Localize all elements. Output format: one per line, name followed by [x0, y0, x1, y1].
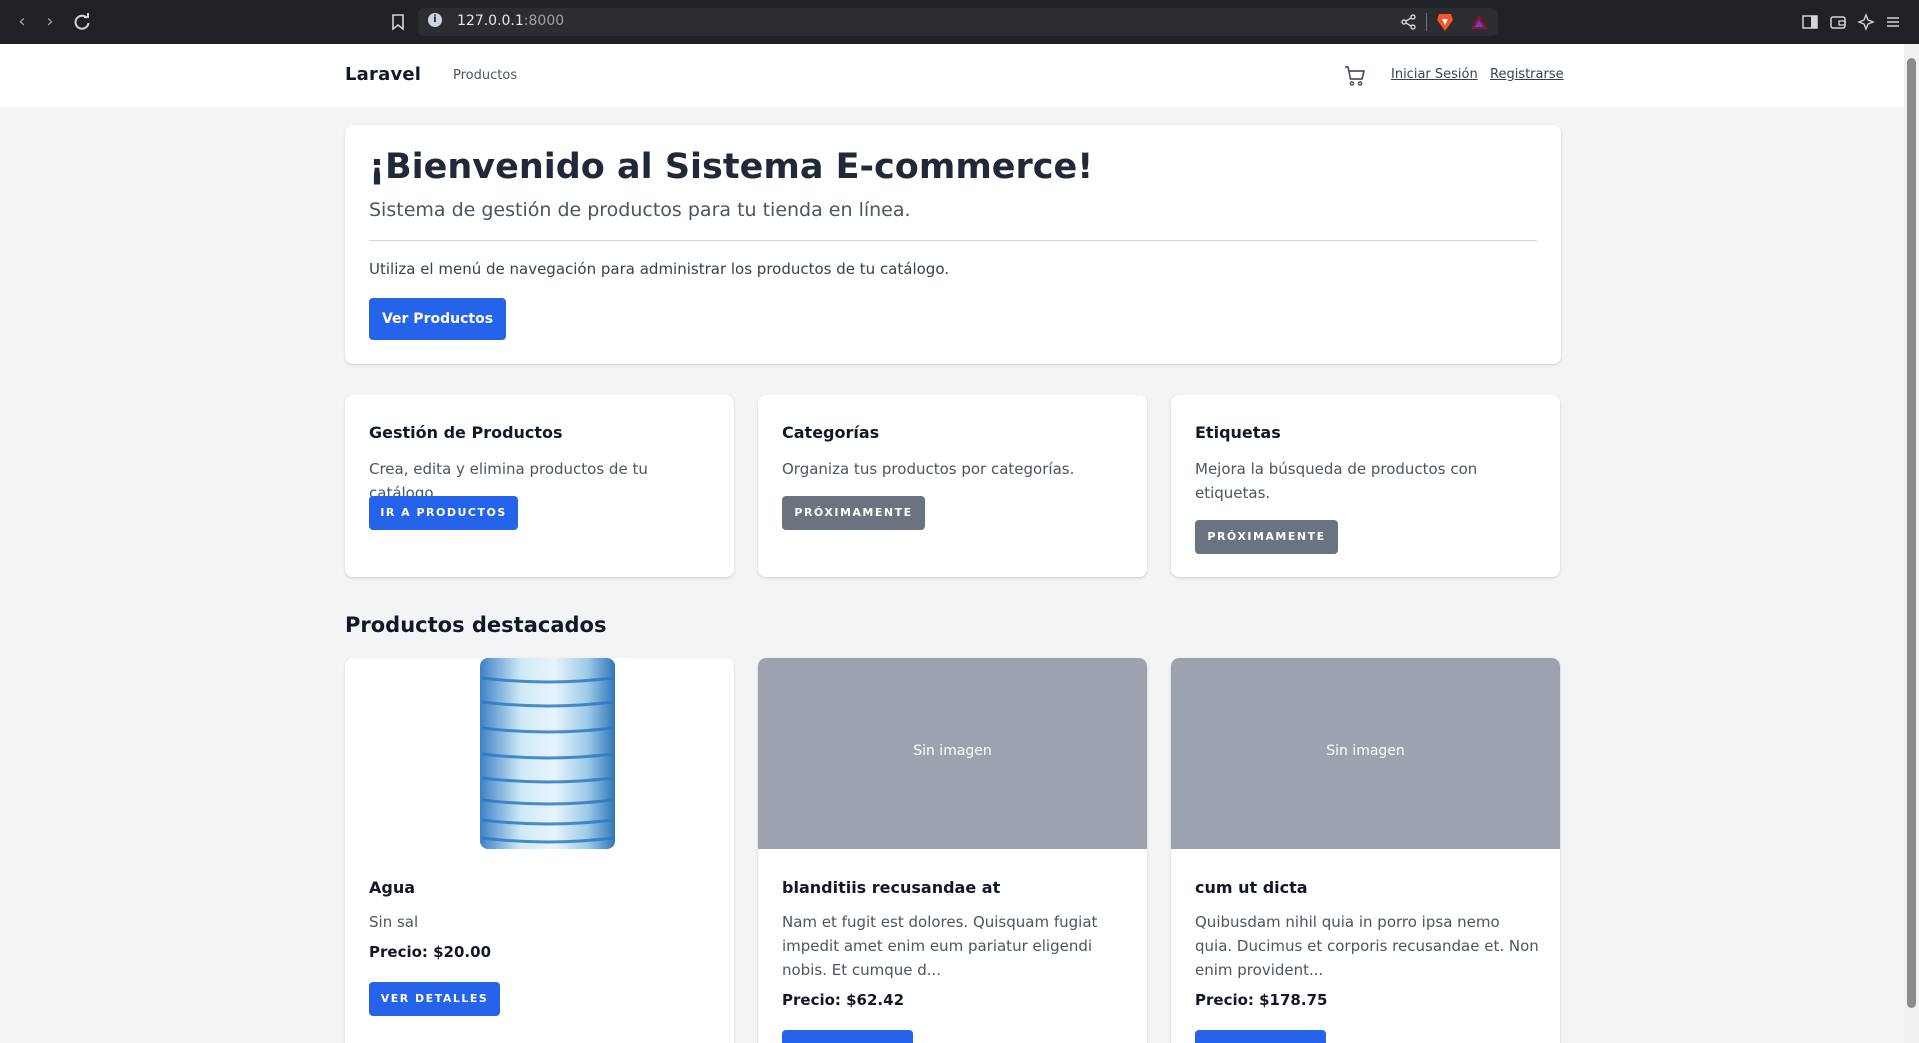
back-icon[interactable]: ‹ [12, 12, 32, 32]
product-name[interactable]: Agua [369, 878, 415, 897]
product-name[interactable]: cum ut dicta [1195, 878, 1308, 897]
feature-title: Gestión de Productos [369, 423, 563, 442]
wallet-icon[interactable] [1829, 13, 1847, 31]
no-image-label: Sin imagen [913, 743, 992, 759]
login-link[interactable]: Iniciar Sesión [1391, 67, 1478, 82]
sidebar-icon[interactable] [1801, 13, 1819, 31]
no-image-label: Sin imagen [1326, 743, 1405, 759]
product-card: Agua Sin sal Precio: $20.00 VER DETALLES [345, 658, 734, 1043]
app-navbar: Laravel Productos Iniciar Sesión Registr… [0, 44, 1904, 108]
water-bottle-image[interactable] [345, 658, 734, 849]
url-host: 127.0.0.1 [457, 13, 524, 29]
feature-title: Etiquetas [1195, 423, 1281, 442]
welcome-title: ¡Bienvenido al Sistema E-commerce! [369, 147, 1094, 187]
feature-card-tags: Etiquetas Mejora la búsqueda de producto… [1171, 395, 1560, 577]
brave-shield-icon[interactable] [1436, 12, 1454, 32]
welcome-description: Utiliza el menú de navegación para admin… [369, 260, 949, 278]
url-port: :8000 [523, 13, 565, 29]
product-price: Precio: $178.75 [1195, 991, 1328, 1009]
product-name[interactable]: blanditiis recusandae at [782, 878, 1000, 897]
feature-text: Organiza tus productos por categorías. [782, 460, 1075, 478]
leo-ai-icon[interactable] [1857, 13, 1875, 31]
address-bar[interactable] [418, 8, 1498, 36]
forward-icon[interactable]: › [40, 12, 60, 32]
view-details-button[interactable] [782, 1030, 913, 1043]
share-icon[interactable] [1400, 13, 1418, 31]
feature-text: Mejora la búsqueda de productos con etiq… [1195, 460, 1478, 502]
feature-title: Categorías [782, 423, 880, 442]
view-details-button[interactable]: VER DETALLES [369, 982, 500, 1016]
welcome-card: ¡Bienvenido al Sistema E-commerce! Siste… [345, 125, 1561, 364]
url-text[interactable]: 127.0.0.1:8000 [457, 13, 564, 29]
product-price: Precio: $62.42 [782, 991, 905, 1009]
welcome-subtitle: Sistema de gestión de productos para tu … [369, 199, 911, 221]
product-image-placeholder[interactable]: Sin imagen [758, 658, 1147, 849]
rewards-icon[interactable] [1470, 13, 1488, 31]
product-description: Quibusdam nihil quia in porro ipsa nemo … [1195, 913, 1539, 979]
product-description: Nam et fugit est dolores. Quisquam fugia… [782, 913, 1098, 979]
feature-card-products: Gestión de Productos Crea, edita y elimi… [345, 395, 734, 577]
product-price: Precio: $20.00 [369, 943, 492, 961]
view-details-button[interactable] [1195, 1030, 1326, 1043]
product-description: Sin sal [369, 913, 419, 931]
brand-logo[interactable]: Laravel [345, 64, 421, 85]
bookmark-icon[interactable] [388, 12, 408, 32]
page-scrollbar[interactable] [1904, 44, 1919, 1043]
browser-toolbar: ‹ › i 127.0.0.1:8000 [0, 0, 1919, 44]
product-card: Sin imagen blanditiis recusandae at Nam … [758, 658, 1147, 1043]
product-card: Sin imagen cum ut dicta Quibusdam nihil … [1171, 658, 1560, 1043]
go-to-products-button[interactable]: IR A PRODUCTOS [369, 496, 518, 530]
site-info-icon[interactable]: i [428, 13, 442, 27]
menu-icon[interactable] [1884, 13, 1902, 31]
scrollbar-thumb[interactable] [1907, 58, 1916, 1008]
divider [369, 240, 1537, 241]
coming-soon-button[interactable]: PRÓXIMAMENTE [1195, 520, 1338, 554]
toolbar-divider [1426, 13, 1427, 31]
register-link[interactable]: Registrarse [1490, 67, 1564, 82]
view-products-button[interactable]: Ver Productos [369, 298, 506, 340]
reload-icon[interactable] [72, 12, 92, 32]
nav-link-products[interactable]: Productos [453, 68, 517, 83]
cart-icon[interactable] [1343, 64, 1367, 88]
featured-products-heading: Productos destacados [345, 613, 607, 637]
product-image-placeholder[interactable]: Sin imagen [1171, 658, 1560, 849]
coming-soon-button[interactable]: PRÓXIMAMENTE [782, 496, 925, 530]
feature-card-categories: Categorías Organiza tus productos por ca… [758, 395, 1147, 577]
